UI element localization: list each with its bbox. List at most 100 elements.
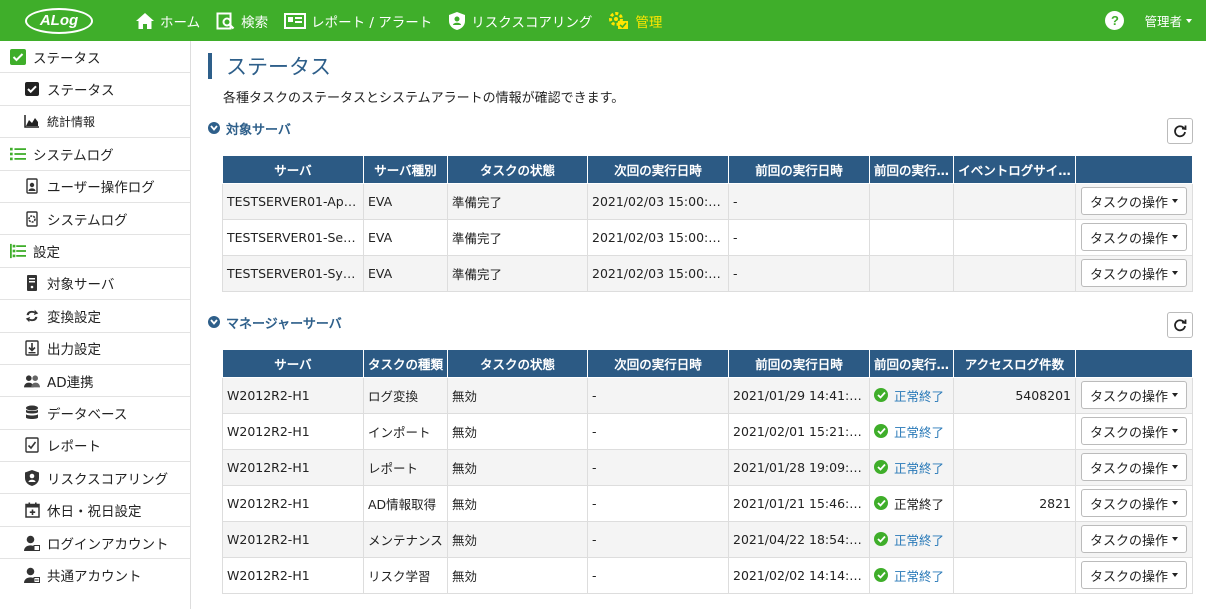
task-operation-button[interactable]: タスクの操作 (1081, 187, 1187, 215)
cell-actions: タスクの操作 (1075, 376, 1193, 414)
sidebar-item-user-operation-log[interactable]: ユーザー操作ログ (0, 171, 190, 203)
section-target-servers[interactable]: 対象サーバ (208, 118, 291, 138)
sidebar-item-statistics[interactable]: 統計情報 (0, 106, 190, 139)
cell-prev-result: 正常終了 (869, 448, 954, 486)
refresh-manager-servers-button[interactable] (1167, 312, 1193, 338)
result-status[interactable]: 正常終了 (874, 530, 944, 549)
sidebar-item-holiday-settings[interactable]: 休日・祝日設定 (0, 494, 190, 527)
sidebar-group-system-log[interactable]: システムログ (0, 138, 190, 171)
settings-list-icon (10, 243, 26, 259)
column-header-next-run[interactable]: 次回の実行日時 (587, 156, 729, 184)
nav-home[interactable]: ホーム (135, 0, 200, 41)
cell-prev-run: 2021/01/29 14:41:24 (728, 376, 870, 414)
caret-down-icon (1172, 271, 1178, 275)
result-status[interactable]: 正常終了 (874, 386, 944, 405)
column-header-prev-run[interactable]: 前回の実行日時 (728, 350, 870, 378)
cell-server: TESTSERVER01-Sec… (222, 218, 364, 256)
column-header-access-log-count[interactable]: アクセスログ件数 (953, 350, 1076, 378)
column-header-task-state[interactable]: タスクの状態 (447, 156, 588, 184)
cell-prev-result: 正常終了 (869, 556, 954, 594)
sidebar-item-output-settings[interactable]: 出力設定 (0, 333, 190, 365)
nav-report-alert[interactable]: レポート / アラート (284, 0, 432, 41)
sidebar-item-shared-account[interactable]: 共通アカウント (0, 559, 190, 591)
result-text: 正常終了 (894, 496, 945, 512)
user-log-icon (24, 178, 40, 194)
task-operation-button[interactable]: タスクの操作 (1081, 259, 1187, 287)
result-status[interactable]: 正常終了 (874, 422, 944, 441)
nav-search[interactable]: 検索 (216, 0, 268, 41)
column-header-prev-result[interactable]: 前回の実行… (869, 350, 954, 378)
success-check-icon (874, 496, 888, 510)
sidebar-label: データベース (47, 406, 128, 423)
task-operation-button[interactable]: タスクの操作 (1081, 489, 1187, 517)
task-operation-button[interactable]: タスクの操作 (1081, 525, 1187, 553)
task-operation-button[interactable]: タスクの操作 (1081, 381, 1187, 409)
nav-admin[interactable]: 管理 (608, 0, 662, 41)
sidebar-label: 休日・祝日設定 (47, 504, 142, 521)
chart-icon (24, 113, 40, 129)
table-header-row: サーバ サーバ種別 タスクの状態 次回の実行日時 前回の実行日時 前回の実行… … (222, 156, 1193, 184)
cell-next-run: - (587, 556, 729, 594)
cell-actions: タスクの操作 (1075, 556, 1193, 594)
task-operation-button[interactable]: タスクの操作 (1081, 417, 1187, 445)
cell-next-run: 2021/02/03 15:00:00 (587, 218, 729, 256)
sidebar-item-status[interactable]: ステータス (0, 73, 190, 106)
cell-prev-result (869, 254, 954, 292)
result-text: 正常終了 (894, 532, 945, 548)
cell-task-state: 無効 (447, 412, 588, 450)
user-menu[interactable]: 管理者 (1144, 11, 1192, 30)
sidebar-label: 共通アカウント (47, 569, 142, 586)
result-status[interactable]: 正常終了 (874, 566, 944, 585)
task-operation-button[interactable]: タスクの操作 (1081, 453, 1187, 481)
task-operation-button[interactable]: タスクの操作 (1081, 223, 1187, 251)
alog-logo[interactable]: ALog (25, 7, 93, 34)
refresh-target-servers-button[interactable] (1167, 118, 1193, 144)
caret-down-icon (1172, 429, 1178, 433)
result-text: 正常終了 (894, 424, 945, 440)
sidebar-item-conversion-settings[interactable]: 変換設定 (0, 300, 190, 333)
column-header-eventlog-size[interactable]: イベントログサイ… (953, 156, 1076, 184)
column-header-server[interactable]: サーバ (222, 350, 364, 378)
result-text: 正常終了 (894, 460, 945, 476)
caret-down-icon (1172, 573, 1178, 577)
help-icon[interactable]: ? (1105, 11, 1125, 30)
cell-server: W2012R2-H1 (222, 520, 364, 558)
cell-prev-run: 2021/01/21 15:46:28 (728, 484, 870, 522)
manager-servers-table: サーバ タスクの種類 タスクの状態 次回の実行日時 前回の実行日時 前回の実行…… (222, 350, 1193, 594)
column-header-actions (1075, 350, 1193, 378)
table-row: W2012R2-H1 ログ変換 無効 -2021/01/29 14:41:24 正常終了… (222, 376, 1193, 414)
database-icon (24, 405, 40, 421)
sidebar-item-system-log[interactable]: システムログ (0, 203, 190, 236)
caret-down-icon (1172, 501, 1178, 505)
column-header-prev-run[interactable]: 前回の実行日時 (728, 156, 870, 184)
column-header-next-run[interactable]: 次回の実行日時 (587, 350, 729, 378)
sidebar-group-status[interactable]: ステータス (0, 41, 190, 74)
sidebar-item-risk-scoring[interactable]: リスクスコアリング (0, 462, 190, 495)
cell-prev-result: 正常終了 (869, 484, 954, 522)
caret-down-icon (1172, 235, 1178, 239)
cell-task-state: 無効 (447, 448, 588, 486)
nav-label: 管理 (635, 14, 663, 31)
result-status[interactable]: 正常終了 (874, 458, 944, 477)
column-header-task-state[interactable]: タスクの状態 (447, 350, 588, 378)
column-header-server[interactable]: サーバ (222, 156, 364, 184)
sidebar-item-ad-integration[interactable]: AD連携 (0, 365, 190, 398)
task-operation-button[interactable]: タスクの操作 (1081, 561, 1187, 589)
sidebar-item-database[interactable]: データベース (0, 397, 190, 430)
sidebar-group-settings[interactable]: 設定 (0, 235, 190, 268)
sidebar-item-target-server[interactable]: 対象サーバ (0, 268, 190, 301)
nav-label: ホーム (160, 14, 201, 31)
sidebar-label: 変換設定 (47, 309, 101, 326)
column-header-server-type[interactable]: サーバ種別 (363, 156, 448, 184)
section-manager-servers[interactable]: マネージャーサーバ (208, 312, 342, 332)
column-header-task-kind[interactable]: タスクの種類 (363, 350, 448, 378)
sidebar-item-login-account[interactable]: ログインアカウント (0, 527, 190, 560)
nav-risk-scoring[interactable]: リスクスコアリング (448, 0, 592, 41)
sidebar-label: ログインアカウント (47, 536, 169, 553)
report-icon (284, 12, 307, 29)
table-header-row: サーバ タスクの種類 タスクの状態 次回の実行日時 前回の実行日時 前回の実行…… (222, 350, 1193, 378)
sidebar-item-report[interactable]: レポート (0, 430, 190, 463)
column-header-actions (1075, 156, 1193, 184)
column-header-prev-result[interactable]: 前回の実行… (869, 156, 954, 184)
table-row: W2012R2-H1 レポート 無効 -2021/01/28 19:09:25 正常終了… (222, 448, 1193, 486)
